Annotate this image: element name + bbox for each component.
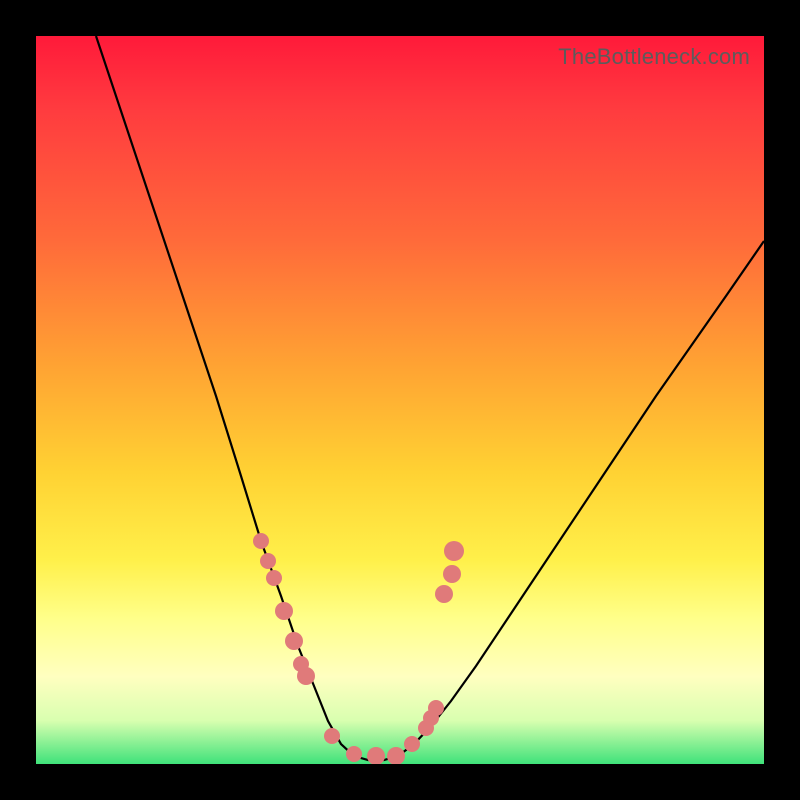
curve-marker (275, 602, 293, 620)
curve-marker (346, 746, 362, 762)
curve-marker (253, 533, 269, 549)
chart-overlay (36, 36, 764, 764)
curve-marker (367, 747, 385, 764)
curve-marker (260, 553, 276, 569)
curve-marker (324, 728, 340, 744)
plot-area: TheBottleneck.com (36, 36, 764, 764)
curve-marker (435, 585, 453, 603)
marker-group (253, 533, 464, 764)
curve-marker (266, 570, 282, 586)
curve-marker (297, 667, 315, 685)
curve-marker (404, 736, 420, 752)
curve-marker (387, 747, 405, 764)
curve-marker (285, 632, 303, 650)
curve-marker (443, 565, 461, 583)
bottleneck-curve (96, 36, 764, 760)
curve-marker (428, 700, 444, 716)
outer-frame: TheBottleneck.com (0, 0, 800, 800)
curve-marker (444, 541, 464, 561)
